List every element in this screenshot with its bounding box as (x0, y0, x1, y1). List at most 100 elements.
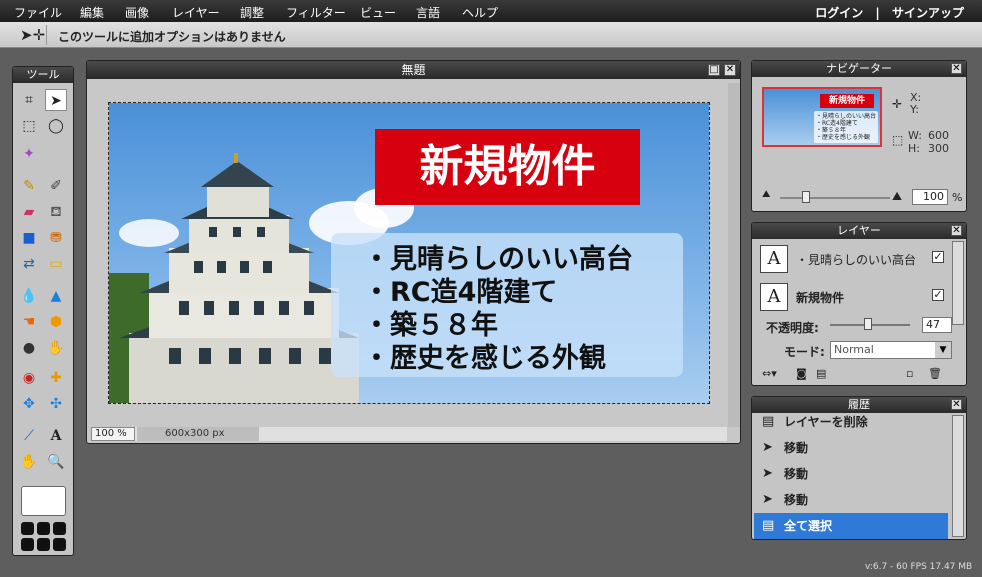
blend-mode-select[interactable]: Normal ▼ (830, 341, 952, 359)
menu-language[interactable]: 言語 (416, 4, 440, 21)
vertical-scrollbar[interactable] (728, 83, 740, 427)
grid-dot (21, 538, 34, 551)
menu-adjust[interactable]: 調整 (240, 4, 264, 21)
canvas-area[interactable]: 新規物件 ・見晴らしのいい高台 ・RC造4階建て ・築５８年 ・歴史を感じる外観 (91, 83, 727, 427)
crop-icon[interactable]: ⌗ (18, 89, 40, 111)
layer-style-icon[interactable]: ▤ (816, 367, 826, 380)
history-panel: 履歴 ✕ ▤ レイヤーを削除 ➤ 移動 ➤ 移動 ➤ 移動 ▤ 全て選択 (751, 396, 967, 540)
sponge-icon[interactable]: ⬢ (45, 311, 67, 333)
zoom-unit: % (952, 191, 963, 204)
close-icon[interactable]: ✕ (951, 63, 962, 74)
move-tool-icon: ➤ (762, 492, 773, 507)
maximize-icon[interactable]: □ (708, 64, 720, 76)
pinch-icon[interactable]: ✣ (45, 393, 67, 415)
history-item[interactable]: ➤ 移動 (754, 435, 948, 461)
eraser-icon[interactable]: ▰ (18, 201, 40, 223)
bloat-icon[interactable]: ✥ (18, 393, 40, 415)
bullet-line: ・築５８年 (363, 310, 498, 341)
close-icon[interactable]: ✕ (724, 64, 736, 76)
login-link[interactable]: ログイン (815, 6, 863, 20)
bucket-icon[interactable]: ⛾ (45, 201, 67, 223)
zoom-tool-icon[interactable]: 🔍 (45, 451, 67, 473)
color-swatch[interactable] (21, 486, 66, 516)
lasso-icon[interactable]: ◯ (45, 115, 67, 137)
mode-label: モード: (784, 345, 825, 359)
tools-title: ツール (13, 67, 73, 83)
headline-layer[interactable]: 新規物件 (375, 129, 640, 205)
layers-scrollbar[interactable] (952, 241, 964, 325)
document-title-bar: 無題 □ ✕ (87, 61, 740, 79)
zoom-out-icon[interactable]: ⛰ (762, 189, 770, 200)
resize-icon: ⬚ (892, 133, 904, 147)
image-size-label: 600x300 px (137, 427, 259, 441)
menu-image[interactable]: 画像 (125, 4, 149, 21)
history-document-icon: ▤ (762, 518, 775, 533)
grid-dot (37, 522, 50, 535)
layer-settings-icon[interactable]: ⇔▾ (762, 367, 777, 380)
zoom-value-input[interactable]: 100 (912, 189, 948, 205)
document-title: 無題 (401, 63, 426, 77)
castle-photo (109, 153, 359, 403)
bullets-layer[interactable]: ・見晴らしのいい高台 ・RC造4階建て ・築５８年 ・歴史を感じる外観 (331, 233, 683, 377)
chevron-down-icon[interactable]: ▼ (935, 342, 951, 358)
opacity-input[interactable]: 47 (922, 317, 952, 333)
signup-link[interactable]: サインアップ (892, 6, 964, 20)
sharpen-icon[interactable]: ▲ (45, 285, 67, 307)
pencil-icon[interactable]: ✎ (18, 175, 40, 197)
bullet-line: ・見晴らしのいい高台 (363, 244, 633, 275)
navigator-thumbnail[interactable]: 新規物件 ・見晴らしのいい高台 ・RC造4階建て ・築５８年 ・歴史を感じる外観 (762, 87, 882, 147)
zoom-input[interactable]: 100 % (91, 427, 135, 441)
layer-visibility-checkbox[interactable]: ✓ (932, 289, 944, 301)
menu-edit[interactable]: 編集 (80, 4, 104, 21)
layer-mask-icon[interactable]: ◙ (796, 367, 807, 380)
canvas-image[interactable]: 新規物件 ・見晴らしのいい高台 ・RC造4階建て ・築５８年 ・歴史を感じる外観 (108, 102, 710, 404)
layer-row[interactable]: A ・見晴らしのいい高台 ✓ (756, 241, 950, 277)
color-picker-icon[interactable]: ⟋ (18, 425, 40, 447)
blur-icon[interactable]: 💧 (18, 285, 40, 307)
navigator-title: ナビゲーター (826, 62, 892, 75)
move-tool-icon: ➤ (762, 440, 773, 455)
move-tool-button[interactable]: ➤ (45, 89, 67, 111)
history-item[interactable]: ▤ レイヤーを削除 (754, 409, 948, 435)
menu-help[interactable]: ヘルプ (462, 4, 498, 21)
replace-icon[interactable]: ⇄ (18, 253, 40, 275)
magic-wand-icon[interactable]: ✦ (18, 143, 40, 165)
spot-heal-icon[interactable]: ✚ (45, 367, 67, 389)
close-icon[interactable]: ✕ (951, 399, 962, 410)
menu-layer[interactable]: レイヤー (172, 4, 220, 21)
thumb-bullets: ・見晴らしのいい高台 ・RC造4階建て ・築５８年 ・歴史を感じる外観 (814, 111, 878, 143)
marquee-icon[interactable]: ⬚ (18, 115, 40, 137)
gradient-icon[interactable]: ■ (18, 227, 40, 249)
zoom-slider-track[interactable] (780, 197, 890, 199)
red-eye-icon[interactable]: ◉ (18, 367, 40, 389)
menu-view[interactable]: ビュー (360, 4, 396, 21)
blend-mode-value: Normal (834, 343, 874, 356)
history-item[interactable]: ➤ 移動 (754, 461, 948, 487)
menu-filter[interactable]: フィルター (286, 4, 346, 21)
document-status-bar: 100 % 600x300 px (91, 427, 727, 441)
hand-icon[interactable]: ✋ (18, 451, 40, 473)
navigator-panel: ナビゲーター ✕ 新規物件 ・見晴らしのいい高台 ・RC造4階建て ・築５８年 … (751, 60, 967, 212)
new-layer-icon[interactable]: ▫ (906, 367, 913, 380)
zoom-slider-thumb[interactable] (802, 191, 810, 203)
layer-visibility-checkbox[interactable]: ✓ (932, 251, 944, 263)
menu-file[interactable]: ファイル (14, 4, 62, 21)
layer-row[interactable]: A 新規物件 ✓ (756, 279, 950, 315)
history-scrollbar[interactable] (952, 415, 964, 537)
options-message: このツールに追加オプションはありません (58, 30, 286, 44)
brush-icon[interactable]: ✐ (45, 175, 67, 197)
opacity-slider-thumb[interactable] (863, 318, 872, 330)
text-layer-icon: A (760, 245, 788, 273)
zoom-in-icon[interactable]: ⛰ (892, 189, 902, 204)
close-icon[interactable]: ✕ (951, 225, 962, 236)
stamp-icon[interactable]: ⛃ (45, 227, 67, 249)
trash-icon[interactable]: 🗑 (928, 367, 942, 380)
draw-icon[interactable]: ▭ (45, 253, 67, 275)
text-layer-icon: A (760, 283, 788, 311)
history-item-selected[interactable]: ▤ 全て選択 (754, 513, 948, 539)
type-tool-icon[interactable]: A (45, 425, 67, 447)
dodge-icon[interactable]: ● (18, 337, 40, 359)
burn-icon[interactable]: ✋ (45, 337, 67, 359)
history-item[interactable]: ➤ 移動 (754, 487, 948, 513)
smudge-icon[interactable]: ☚ (18, 311, 40, 333)
